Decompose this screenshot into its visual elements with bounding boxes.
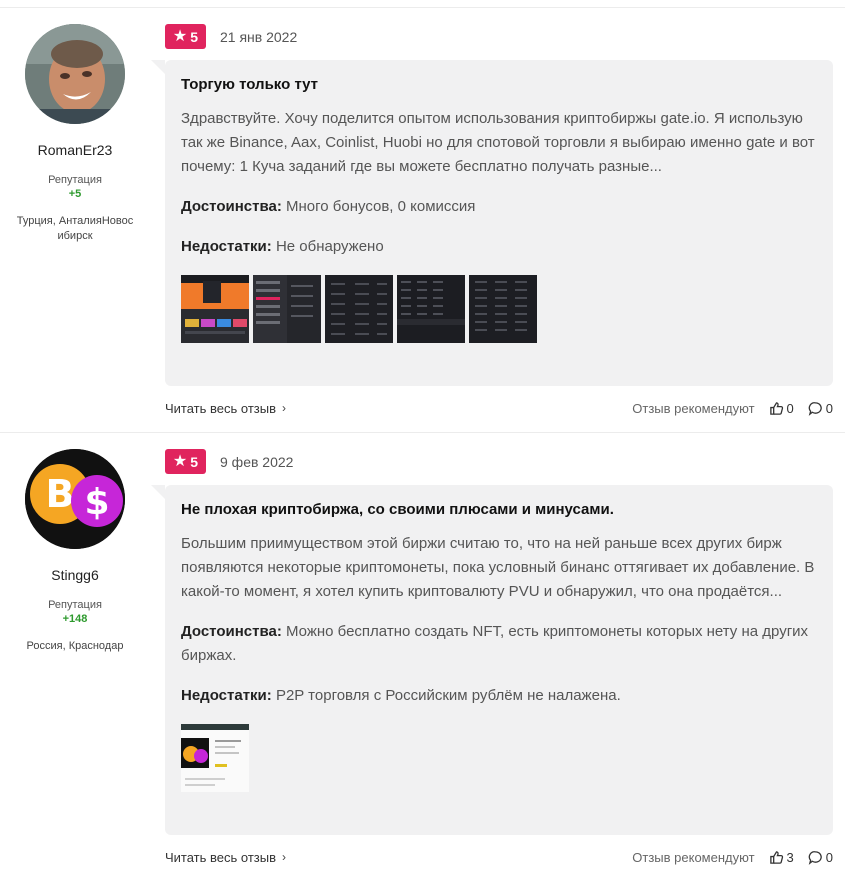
likes-count: 0 [786,400,794,416]
rating-badge: ★ 5 [165,24,206,49]
chevron-right-icon: › [282,401,287,415]
review-image-thumbnail[interactable] [325,275,393,343]
cons-text: P2P торговля с Российским рублём не нала… [275,687,621,704]
reputation-value: +5 [68,188,82,200]
read-more-label: Читать весь отзыв [165,400,277,416]
rating-value: 5 [190,453,199,470]
svg-text:$: $ [84,482,109,523]
review-image-thumbnail[interactable] [469,275,537,343]
reputation-label: Репутация [48,599,102,611]
review-meta: ★ 5 9 фев 2022 [165,449,293,474]
comment-icon [808,850,822,865]
reputation-value: +148 [62,613,88,625]
review-image-thumbnail[interactable] [181,275,249,343]
review-text: Большим приимуществом этой биржи считаю … [181,535,815,600]
author-location: Турция, АнталияНовосибирск [16,215,134,242]
thumbs-up-icon [769,401,783,415]
reputation-label: Репутация [48,174,102,186]
pros-label: Достоинства: [181,198,282,215]
avatar[interactable]: B $ [25,449,125,549]
comments-count: 0 [825,400,833,416]
chevron-right-icon: › [282,850,287,864]
review-text: Здравствуйте. Хочу поделится опытом испо… [181,110,815,175]
review-cons: Недостатки: Не обнаружено [181,235,817,259]
review-meta: ★ 5 21 янв 2022 [165,24,297,49]
cons-text: Не обнаружено [275,238,384,255]
review-body: Не плохая криптобиржа, со своими плюсами… [151,485,833,835]
review-images [181,275,817,343]
review-author: RomanEr23 Репутация +5 Турция, АнталияНо… [0,24,150,244]
review-footer: Читать весь отзыв › Отзыв рекомендуют 0 … [165,398,833,418]
comments-button[interactable]: 0 [808,401,833,416]
review-image-thumbnail[interactable] [181,724,249,792]
comment-icon [808,401,822,416]
recommends-label: Отзыв рекомендуют [632,849,755,865]
rating-badge: ★ 5 [165,449,206,474]
author-name[interactable]: Stingg6 [0,567,150,583]
review-author: B $ Stingg6 Репутация +148 Россия, Красн… [0,449,150,654]
review-image-thumbnail[interactable] [253,275,321,343]
svg-text:B: B [46,472,75,516]
comments-button[interactable]: 0 [808,850,833,865]
read-more-link[interactable]: Читать весь отзыв › [165,401,286,416]
cons-label: Недостатки: [181,238,272,255]
likes-count: 3 [786,849,794,865]
review-images [181,724,817,792]
divider [0,7,845,8]
review-date: 21 янв 2022 [220,28,298,45]
review-footer: Читать весь отзыв › Отзыв рекомендуют 3 … [165,847,833,867]
cons-label: Недостатки: [181,687,272,704]
avatar[interactable] [25,24,125,124]
review-title[interactable]: Не плохая криптобиржа, со своими плюсами… [181,501,817,518]
review-pros: Достоинства: Много бонусов, 0 комиссия [181,195,817,219]
divider [0,432,845,433]
review-date: 9 фев 2022 [220,453,294,470]
thumbs-up-icon [769,850,783,864]
review-title[interactable]: Торгую только тут [181,76,817,93]
pros-label: Достоинства: [181,623,282,640]
review-body: Торгую только тут Здравствуйте. Хочу под… [151,60,833,386]
star-icon: ★ [172,27,188,45]
comments-count: 0 [825,849,833,865]
recommends-label: Отзыв рекомендуют [632,400,755,416]
rating-value: 5 [190,28,199,45]
review-image-thumbnail[interactable] [397,275,465,343]
like-button[interactable]: 3 [769,850,794,865]
author-name[interactable]: RomanEr23 [0,142,150,158]
like-button[interactable]: 0 [769,401,794,416]
author-location: Россия, Краснодар [26,640,124,652]
pros-text: Много бонусов, 0 комиссия [286,198,476,215]
star-icon: ★ [172,452,188,470]
read-more-link[interactable]: Читать весь отзыв › [165,850,286,865]
review-cons: Недостатки: P2P торговля с Российским ру… [181,684,817,708]
read-more-label: Читать весь отзыв [165,849,277,865]
review-pros: Достоинства: Можно бесплатно создать NFT… [181,620,817,668]
